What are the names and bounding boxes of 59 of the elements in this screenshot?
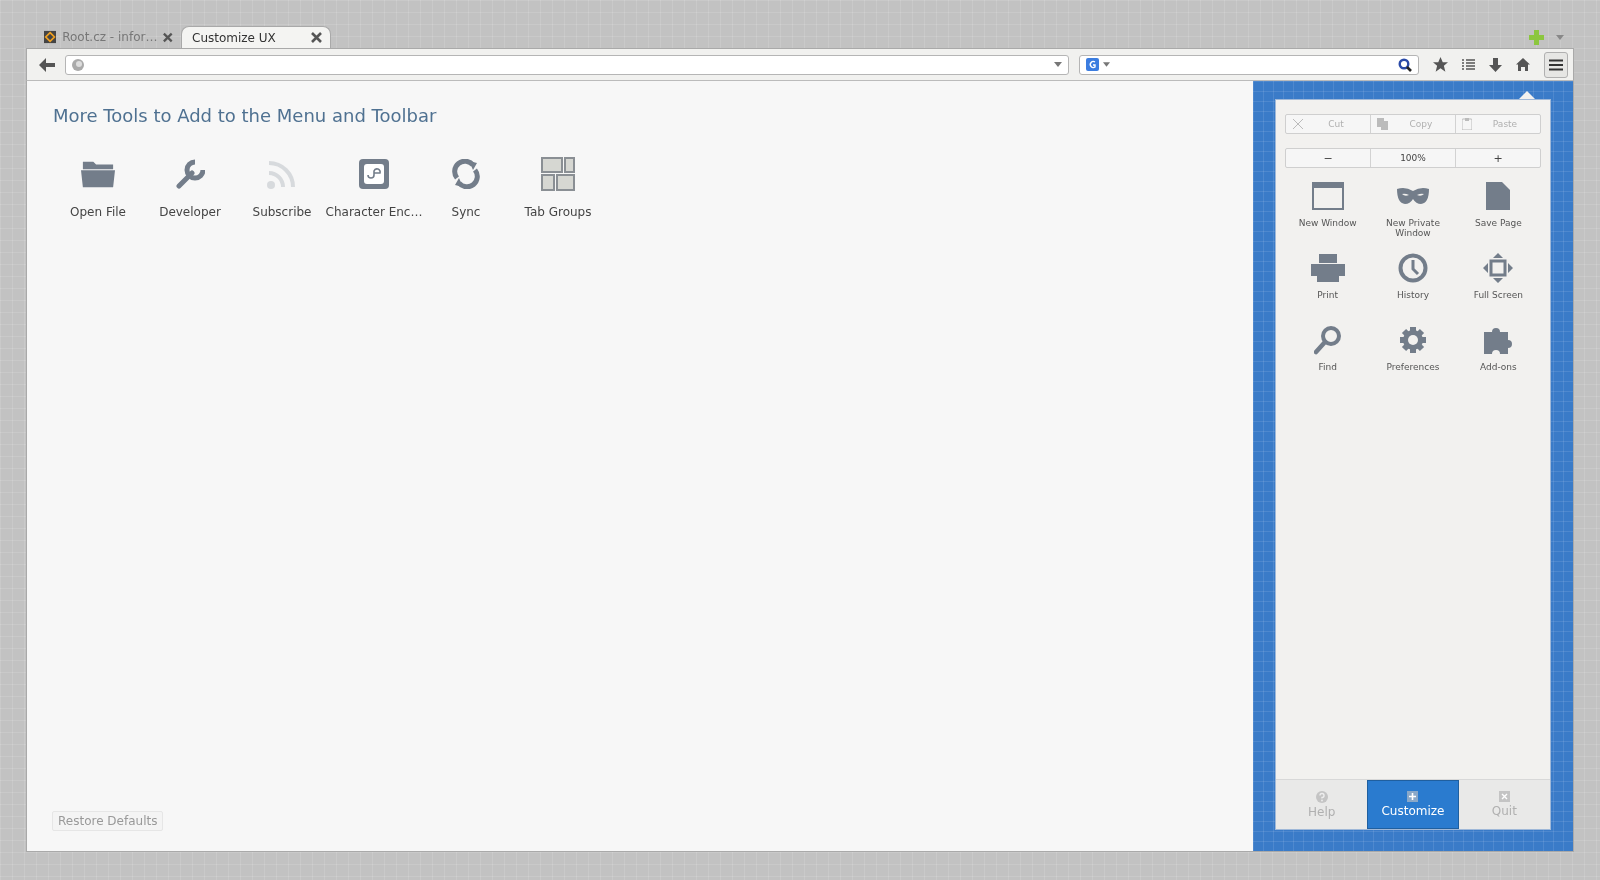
move-arrows-icon (1483, 253, 1514, 283)
printer-icon (1310, 254, 1345, 282)
sync-icon (451, 159, 481, 189)
plus-icon (1407, 791, 1419, 802)
menu-item[interactable]: Preferences (1370, 324, 1456, 382)
menu-item[interactable]: New Private Window (1370, 180, 1456, 238)
globe-icon (72, 58, 84, 71)
footer-button[interactable]: Customize (1367, 780, 1459, 829)
search-engine-icon (1086, 58, 1099, 71)
page-icon (1486, 182, 1511, 210)
address-field[interactable] (65, 54, 1069, 75)
clipboard-icon (1462, 118, 1472, 130)
zoom-level-button[interactable]: 100% (1370, 149, 1455, 167)
folder-icon (81, 159, 115, 189)
plus-icon (1529, 29, 1544, 45)
list-icon (1462, 59, 1475, 70)
back-arrow-icon (39, 57, 55, 72)
clock-icon (1398, 253, 1428, 283)
copy-icon (1377, 118, 1389, 130)
scissors-icon (1292, 118, 1304, 130)
window-icon (1311, 182, 1344, 210)
tiles-icon (541, 157, 575, 191)
toolbar-item[interactable]: Tab Groups (512, 156, 604, 219)
toolbar-item[interactable]: Developer (144, 156, 236, 219)
menu-item[interactable]: Save Page (1455, 180, 1541, 238)
help-icon (1315, 790, 1328, 803)
search-icon (1398, 57, 1412, 72)
site-icon (44, 30, 57, 44)
zoom-in-button[interactable]: + (1455, 149, 1540, 167)
menu-item[interactable]: Find (1285, 324, 1371, 382)
menu-item[interactable]: Print (1285, 252, 1371, 310)
search-field[interactable] (1079, 54, 1419, 75)
search-icon (1313, 325, 1342, 355)
caret-icon (1556, 34, 1564, 40)
wrench-icon (175, 159, 205, 189)
toolbar-item[interactable]: Character Enc… (328, 156, 420, 219)
close-icon (311, 32, 322, 43)
feed-icon (267, 159, 297, 189)
character-box-icon (359, 159, 389, 189)
menu-item[interactable]: Add-ons (1455, 324, 1541, 382)
menu-button[interactable] (1544, 51, 1568, 78)
zoom-out-button[interactable]: − (1286, 149, 1370, 167)
download-icon (1489, 57, 1502, 72)
caret-icon (1054, 62, 1062, 67)
mask-icon (1397, 187, 1429, 205)
toolbar-item[interactable]: Open File (52, 156, 144, 219)
browser-tab[interactable]: Customize UX (181, 26, 331, 48)
menu-item[interactable]: Full Screen (1455, 252, 1541, 310)
section-heading: More Tools to Add to the Menu and Toolbar (53, 105, 437, 126)
home-icon (1516, 58, 1530, 71)
menu-icon (1549, 58, 1563, 71)
close-icon (1498, 791, 1510, 802)
toolbar-item[interactable]: Sync (420, 156, 512, 219)
star-icon (1433, 57, 1448, 72)
close-icon (163, 31, 173, 43)
menu-item[interactable]: History (1370, 252, 1456, 310)
gear-icon (1398, 325, 1428, 355)
menu-item[interactable]: New Window (1285, 180, 1371, 238)
caret-icon (1103, 62, 1110, 67)
